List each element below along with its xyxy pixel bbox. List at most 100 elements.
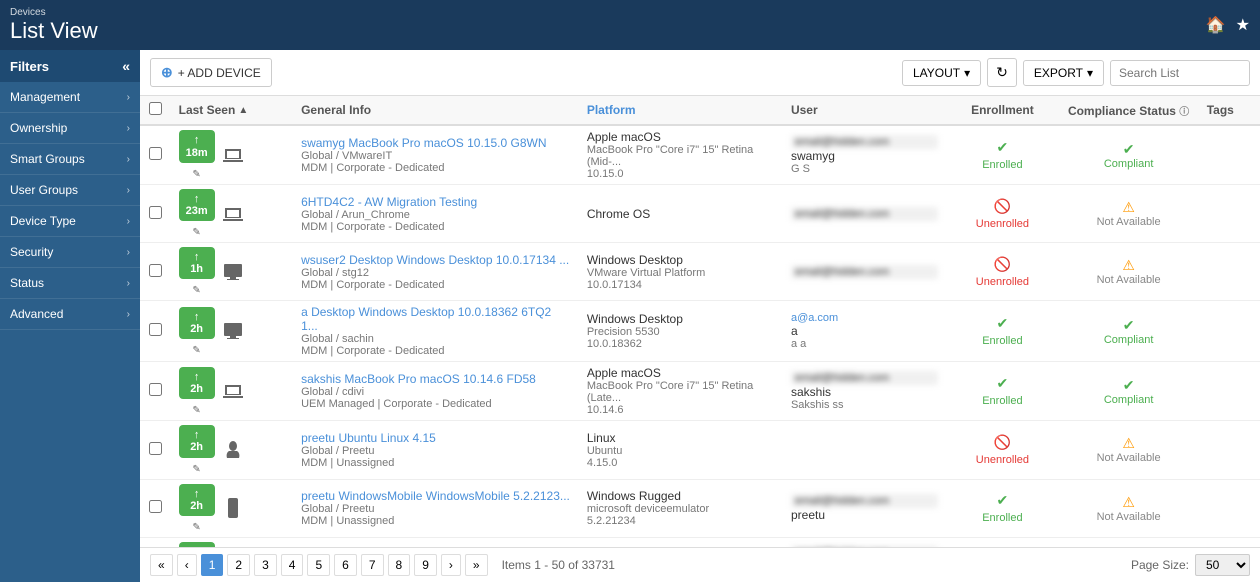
chevron-right-icon: › [127,309,130,320]
device-name-link[interactable]: swamyg MacBook Pro macOS 10.15.0 G8WN [301,136,571,150]
platform-version: 10.0.18362 [587,338,775,350]
add-device-button[interactable]: ⊕ + ADD DEVICE [150,58,272,87]
page-8-button[interactable]: 8 [388,554,411,576]
sidebar-item-advanced[interactable]: Advanced › [0,299,140,330]
platform-name: Apple macOS [587,366,775,380]
last-seen-header[interactable]: Last Seen ▲ [171,96,293,125]
row-checkbox[interactable] [149,442,162,455]
layout-button[interactable]: LAYOUT ▾ [902,60,981,86]
platform-name: Windows Desktop [587,253,775,267]
device-name-link[interactable]: wsuser2 Desktop Windows Desktop 10.0.171… [301,253,571,267]
edit-icon[interactable]: ✎ [192,345,200,356]
pagination: « ‹ 1 2 3 4 5 6 7 8 9 › » Items 1 - 50 o… [140,547,1260,582]
page-7-button[interactable]: 7 [361,554,384,576]
last-page-button[interactable]: » [465,554,488,576]
page-5-button[interactable]: 5 [307,554,330,576]
next-page-button[interactable]: › [441,554,461,576]
platform-version: 5.2.21234 [587,515,775,527]
lastseen-badge: ↑2h [179,307,215,339]
platform-model: microsoft deviceemulator [587,503,775,515]
info-icon[interactable]: ⓘ [1179,107,1189,118]
tags-header: Tags [1199,96,1260,125]
export-button[interactable]: EXPORT ▾ [1023,60,1104,86]
content-area: ⊕ + ADD DEVICE LAYOUT ▾ ↻ EXPORT ▾ [140,50,1260,582]
row-checkbox[interactable] [149,323,162,336]
table-row: ↑2h ✎ a Desktop Windows Desktop 10.0.183… [140,301,1260,362]
device-name-link[interactable]: 6HTD4C2 - AW Migration Testing [301,195,571,209]
first-page-button[interactable]: « [150,554,173,576]
sidebar-item-smart-groups[interactable]: Smart Groups › [0,144,140,175]
device-name-link[interactable]: a Desktop Windows Desktop 10.0.18362 6TQ… [301,305,571,333]
select-all-checkbox[interactable] [149,102,162,115]
enrollment-status: ✔ Enrolled [954,139,1050,171]
device-group: Global / Preetu [301,503,571,515]
edit-icon[interactable]: ✎ [192,285,200,296]
prev-page-button[interactable]: ‹ [177,554,197,576]
enrollment-status: ✔ Enrolled [954,315,1050,347]
device-icon [219,200,247,228]
compliance-header: Compliance Status ⓘ [1059,96,1199,125]
row-checkbox[interactable] [149,383,162,396]
last-seen-sort[interactable]: Last Seen ▲ [179,103,285,117]
row-checkbox[interactable] [149,206,162,219]
device-name-link[interactable]: sakshis MacBook Pro macOS 10.14.6 FD58 [301,372,571,386]
compliance-label: Compliant [1104,394,1154,406]
page-4-button[interactable]: 4 [281,554,304,576]
enrollment-status: ✔ Enrolled [954,375,1050,407]
page-9-button[interactable]: 9 [414,554,437,576]
select-all-header[interactable] [140,96,171,125]
items-info: Items 1 - 50 of 33731 [502,558,615,572]
sort-asc-icon: ▲ [238,105,248,116]
chevron-right-icon: › [127,278,130,289]
chevron-down-icon: ▾ [964,66,970,80]
sidebar-item-label: Ownership [10,121,67,135]
page-3-button[interactable]: 3 [254,554,277,576]
table-row: ↑23m ✎ 6HTD4C2 - AW Migration Testing Gl… [140,185,1260,243]
sidebar-item-device-type[interactable]: Device Type › [0,206,140,237]
edit-icon[interactable]: ✎ [192,464,200,475]
star-icon[interactable]: ★ [1236,15,1250,35]
row-checkbox[interactable] [149,500,162,513]
refresh-button[interactable]: ↻ [987,58,1017,87]
compliance-label: Not Available [1097,452,1161,464]
platform-header[interactable]: Platform [579,96,783,125]
platform-name: Apple macOS [587,130,775,144]
warning-icon: ⚠ [1122,199,1135,216]
table-row: ↑3h ✎ sakshis iPhone iOS 12.2.0 HG6X Glo… [140,537,1260,547]
user-email[interactable]: a@a.com [791,312,938,324]
sidebar-toggle-button[interactable]: « [122,58,130,74]
row-checkbox[interactable] [149,147,162,160]
page-subtitle: Devices [10,7,98,18]
page-1-button[interactable]: 1 [201,554,224,576]
sidebar-item-ownership[interactable]: Ownership › [0,113,140,144]
edit-icon[interactable]: ✎ [192,522,200,533]
sidebar-item-label: Advanced [10,307,63,321]
page-6-button[interactable]: 6 [334,554,357,576]
sidebar-item-management[interactable]: Management › [0,82,140,113]
add-device-label: + ADD DEVICE [178,66,261,80]
sidebar-item-user-groups[interactable]: User Groups › [0,175,140,206]
lastseen-badge: ↑2h [179,367,215,399]
sidebar-title: Filters [10,59,49,74]
edit-icon[interactable]: ✎ [192,169,200,180]
enrollment-header: Enrollment [946,96,1058,125]
device-name-link[interactable]: preetu WindowsMobile WindowsMobile 5.2.2… [301,489,571,503]
sidebar-item-status[interactable]: Status › [0,268,140,299]
sidebar-item-security[interactable]: Security › [0,237,140,268]
page-2-button[interactable]: 2 [227,554,250,576]
table-row: ↑2h ✎ preetu Ubuntu Linux 4.15 Global / … [140,421,1260,479]
sidebar-item-label: Status [10,276,44,290]
device-name-link[interactable]: preetu Ubuntu Linux 4.15 [301,431,571,445]
enrollment-label: Enrolled [982,512,1022,524]
chevron-right-icon: › [127,154,130,165]
edit-icon[interactable]: ✎ [192,405,200,416]
edit-icon[interactable]: ✎ [192,227,200,238]
enrollment-status: ✔ Enrolled [954,492,1050,524]
table-row: ↑2h ✎ preetu WindowsMobile WindowsMobile… [140,479,1260,537]
device-group: Global / cdivi [301,386,571,398]
home-icon[interactable]: 🏠 [1206,15,1226,35]
search-input[interactable] [1110,60,1250,86]
ban-circle-icon: 🚫 [994,256,1011,273]
row-checkbox[interactable] [149,264,162,277]
pagesize-select[interactable]: 50 25 100 [1195,554,1250,576]
